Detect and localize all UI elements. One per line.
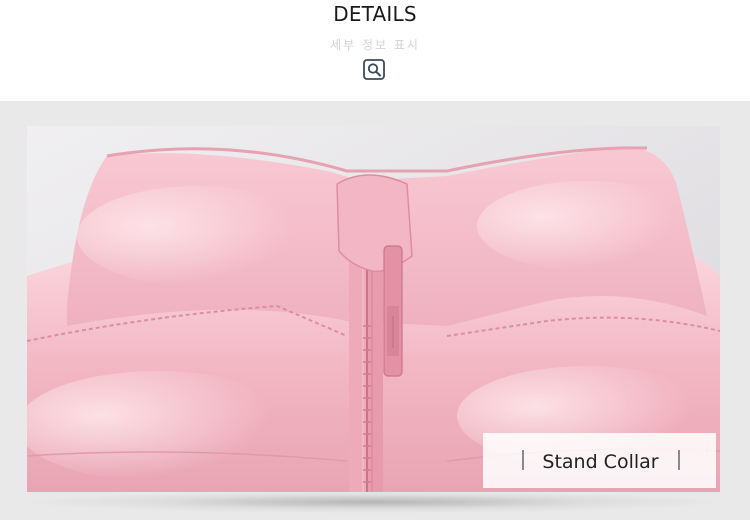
section-title: DETAILS [333, 2, 417, 26]
details-header: DETAILS 세부 정보 표시 [0, 0, 750, 101]
photo-shadow [30, 491, 718, 513]
magnifier-icon[interactable] [363, 59, 385, 80]
feature-caption: Stand Collar [483, 433, 716, 488]
caption-divider-left [522, 450, 524, 470]
caption-divider-right [678, 450, 680, 470]
section-subtitle: 세부 정보 표시 [330, 38, 420, 52]
caption-label: Stand Collar [542, 451, 659, 473]
